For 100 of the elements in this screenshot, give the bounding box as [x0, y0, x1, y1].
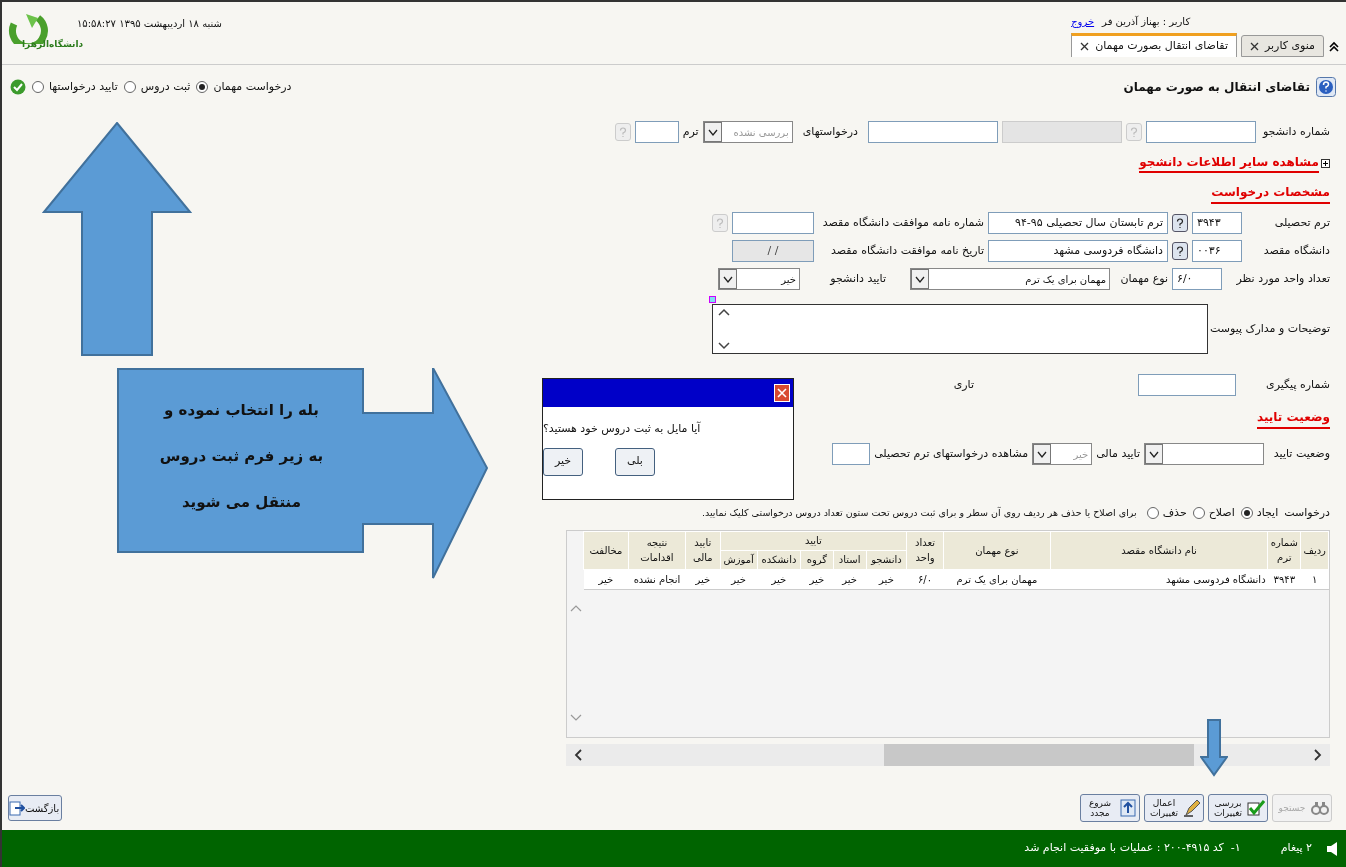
logout-link[interactable]: خروج: [1071, 14, 1095, 29]
column-group-header: تایید: [720, 531, 907, 550]
dropdown[interactable]: خیر: [718, 268, 800, 290]
field-label: شماره پیگیری: [1265, 376, 1330, 393]
input-field[interactable]: ۶/۰: [1172, 268, 1222, 290]
expand-icon[interactable]: [1321, 158, 1330, 168]
help-icon: [1129, 126, 1139, 138]
field-label: تایید دانشجو: [828, 270, 886, 287]
input-field[interactable]: [868, 121, 998, 143]
resize-handle[interactable]: [709, 296, 716, 303]
column-header[interactable]: نام دانشگاه مقصد: [1050, 531, 1268, 569]
mode-radio[interactable]: ایجاد: [1240, 505, 1279, 522]
table-cell: ۶/۰: [906, 569, 944, 589]
logo-text: دانشگاه‌الزهرا: [22, 38, 84, 51]
toolbar-button[interactable]: شروع مجدد: [1080, 794, 1140, 822]
field-label: مشاهده درخواستهای ترم تحصیلی: [874, 445, 1029, 462]
step-radio[interactable]: تایید درخواستها: [32, 78, 118, 96]
help-icon[interactable]: [1316, 77, 1336, 97]
step-radio[interactable]: درخواست مهمان: [196, 78, 292, 96]
scrollbar-thumb[interactable]: [884, 743, 1194, 766]
table-cell: خیر: [583, 569, 629, 589]
scroll-right-icon[interactable]: [1312, 747, 1322, 762]
help-icon: [1175, 217, 1185, 229]
column-header[interactable]: دانشکده: [757, 550, 801, 569]
section-heading: مشخصات درخواست: [1211, 183, 1330, 204]
caret-icon: [1149, 449, 1159, 459]
message-count[interactable]: ۲ پیغام: [1280, 840, 1312, 857]
field-label: توضیحات و مدارک پیوست: [1212, 320, 1330, 337]
close-icon[interactable]: [1080, 42, 1090, 51]
hint-text: برای اصلاح یا حذف هر ردیف روی آن سطر و برای ثبت دروس تحت ستون تعداد دروس درخواستی کلیک نمایید.: [702, 506, 1137, 521]
caret-icon: [915, 274, 925, 284]
column-header[interactable]: نوع مهمان: [943, 531, 1051, 569]
field-label: تعداد واحد مورد نظر: [1235, 270, 1330, 287]
field-label: تاری: [953, 376, 974, 393]
input-field[interactable]: [634, 121, 679, 143]
help-icon: [715, 217, 725, 229]
tab[interactable]: تقاضای انتقال بصورت مهمان: [1071, 33, 1237, 57]
close-icon: [777, 388, 787, 398]
back-button[interactable]: بازگشت: [8, 795, 63, 821]
down-arrow: [1200, 719, 1228, 777]
scroll-left-icon[interactable]: [574, 747, 584, 762]
help-icon: [617, 126, 628, 138]
field-label: شماره نامه موافقت دانشگاه مقصد: [821, 214, 984, 231]
help-button[interactable]: [1172, 242, 1188, 260]
dialog-message: آیا مایل به ثبت دروس خود هستید؟: [543, 421, 701, 437]
column-header[interactable]: شماره ترم: [1267, 531, 1301, 569]
mode-radio[interactable]: اصلاح: [1192, 505, 1235, 522]
table-cell: مهمان برای یک ترم: [943, 569, 1051, 589]
input-field[interactable]: دانشگاه فردوسی مشهد: [988, 240, 1168, 262]
step-radio[interactable]: ثبت دروس: [123, 78, 191, 96]
table-cell: انجام نشده: [628, 569, 686, 589]
input-field[interactable]: [832, 443, 871, 465]
column-header[interactable]: استاد: [833, 550, 866, 569]
input-field[interactable]: ترم تابستان سال تحصیلی ۹۵-۹۴: [988, 212, 1168, 234]
speaker-icon[interactable]: [1326, 840, 1338, 857]
table-cell: خیر: [866, 569, 907, 589]
callout-text: بله را انتخاب نموده و به زیر فرم ثبت دروس منتقل می شوید: [158, 400, 325, 513]
more-info-link[interactable]: مشاهده سایر اطلاعات دانشجو: [1139, 153, 1319, 173]
table-cell: دانشگاه فردوسی مشهد: [1050, 569, 1268, 589]
field-label: شماره دانشجو: [1261, 123, 1330, 140]
column-header[interactable]: تایید مالی: [685, 531, 720, 569]
binoculars-icon: [1311, 799, 1329, 817]
field-label: تاریخ نامه موافقت دانشگاه مقصد: [829, 242, 984, 259]
input-field[interactable]: [732, 212, 814, 234]
toolbar-button[interactable]: اعمال تغییرات: [1144, 794, 1204, 822]
field-label: وضعیت تایید: [1272, 445, 1330, 462]
column-header[interactable]: دانشجو: [866, 550, 907, 569]
input-field[interactable]: ۳۹۴۳: [1192, 212, 1242, 234]
table-cell: ۳۹۴۳: [1267, 569, 1301, 589]
column-header[interactable]: گروه: [800, 550, 834, 569]
tab[interactable]: منوی کاربر: [1240, 35, 1324, 57]
help-button[interactable]: [1172, 214, 1188, 232]
check-icon: [1247, 799, 1265, 817]
field-label: درخواست: [1284, 505, 1330, 521]
field-label: ترم: [682, 123, 699, 140]
user-name: کاربر : بهناز آذرین فر: [1102, 14, 1191, 29]
input-field[interactable]: [1138, 374, 1236, 396]
date-time: ۱۵:۵۸:۲۷ شنبه ۱۸ اردیبهشت ۱۳۹۵: [77, 17, 222, 31]
input-field[interactable]: [1146, 121, 1256, 143]
scroll-down-icon[interactable]: [717, 341, 731, 351]
input-field[interactable]: ۰۰۳۶: [1192, 240, 1242, 262]
horizontal-scrollbar[interactable]: [566, 743, 1330, 766]
dropdown[interactable]: [1144, 443, 1264, 465]
column-header[interactable]: نتیجه اقدامات: [628, 531, 686, 569]
collapse-icon[interactable]: [1328, 39, 1340, 53]
dropdown[interactable]: مهمان برای یک ترم: [910, 268, 1110, 290]
mode-radio[interactable]: حذف: [1146, 505, 1187, 522]
close-button[interactable]: [774, 384, 790, 402]
column-header[interactable]: مخالفت: [583, 531, 629, 569]
page-title: تقاضای انتقال به صورت مهمان: [1123, 79, 1310, 96]
dialog-button[interactable]: بلی: [615, 447, 655, 476]
dialog-button[interactable]: خیر: [543, 447, 583, 476]
close-icon[interactable]: [1249, 41, 1259, 51]
toolbar-button[interactable]: بررسی تغییرات: [1208, 794, 1268, 822]
field-label: تایید مالی: [1096, 445, 1140, 462]
scroll-up-icon[interactable]: [717, 307, 731, 317]
table-cell: خیر: [833, 569, 866, 589]
column-header[interactable]: ردیف: [1301, 531, 1329, 569]
table-cell: ۱: [1301, 569, 1329, 589]
field-label: درخواستهای: [802, 123, 858, 140]
